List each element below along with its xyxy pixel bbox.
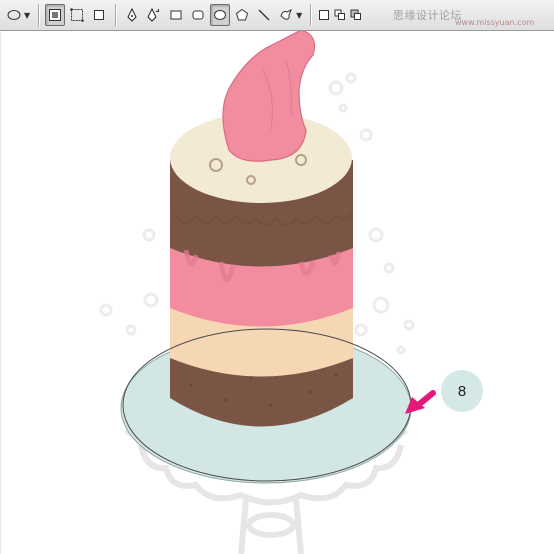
- fill-pixels-button[interactable]: [89, 4, 109, 26]
- paths-button[interactable]: [67, 4, 87, 26]
- pink-swirl: [222, 31, 316, 162]
- toolbar-divider: [38, 4, 40, 26]
- chevron-down-icon[interactable]: ▼: [296, 11, 302, 20]
- watermark-url: www.missyuan.com: [455, 18, 535, 27]
- paths-icon: [70, 8, 84, 22]
- rounded-rectangle-icon: [192, 10, 204, 20]
- shape-layers-icon: [49, 9, 62, 21]
- ellipse-icon: [214, 10, 227, 20]
- ellipse-preset-icon: [7, 10, 21, 20]
- shape-layers-button[interactable]: [45, 4, 66, 26]
- line-tool-button[interactable]: [254, 4, 274, 26]
- add-to-area-icon: [334, 9, 346, 20]
- subtract-area-button[interactable]: [349, 4, 363, 26]
- polygon-icon: [236, 8, 249, 21]
- new-layer-mode-button[interactable]: [317, 4, 331, 26]
- tool-preset-picker[interactable]: [4, 4, 24, 26]
- pen-icon: [127, 8, 137, 22]
- subtract-icon: [350, 9, 362, 20]
- line-icon: [258, 9, 270, 21]
- toolbar-divider: [310, 4, 312, 26]
- chevron-down-icon[interactable]: ▼: [24, 11, 30, 20]
- ellipse-tool-button[interactable]: [210, 4, 231, 26]
- custom-shape-tool-button[interactable]: [276, 4, 296, 26]
- freeform-pen-button[interactable]: [144, 4, 164, 26]
- document-canvas[interactable]: [0, 31, 554, 554]
- toolbar-divider: [115, 4, 117, 26]
- rounded-rectangle-tool-button[interactable]: [188, 4, 208, 26]
- new-layer-icon: [319, 10, 330, 20]
- rectangle-tool-button[interactable]: [166, 4, 186, 26]
- freeform-pen-icon: [147, 8, 160, 22]
- cake-illustration: [99, 31, 436, 554]
- rectangle-icon: [170, 10, 182, 20]
- custom-shape-icon: [280, 8, 293, 20]
- polygon-tool-button[interactable]: [232, 4, 252, 26]
- step-number-badge: 8: [441, 370, 483, 412]
- fill-pixels-icon: [94, 10, 105, 20]
- add-to-area-button[interactable]: [333, 4, 347, 26]
- pen-tool-button[interactable]: [122, 4, 142, 26]
